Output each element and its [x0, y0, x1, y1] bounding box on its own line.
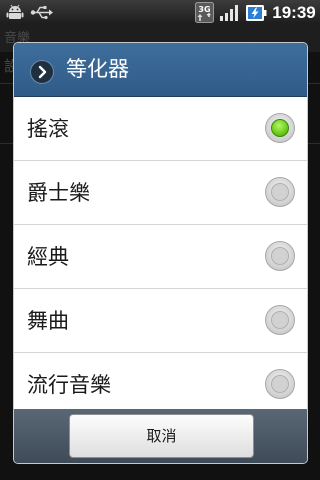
radio-dot — [271, 119, 289, 137]
radio-dot — [271, 183, 289, 201]
cancel-button[interactable]: 取消 — [69, 414, 254, 458]
equalizer-dialog: 等化器 搖滾 爵士樂 經典 舞曲 流行音樂 取消 — [13, 42, 308, 464]
android-debug-icon — [6, 4, 24, 21]
option-label: 搖滾 — [27, 117, 69, 141]
option-label: 經典 — [27, 245, 69, 269]
radio-button[interactable] — [265, 241, 295, 271]
option-label: 舞曲 — [27, 309, 69, 333]
clock: 19:39 — [272, 3, 316, 22]
option-label: 爵士樂 — [27, 181, 90, 205]
radio-dot — [271, 311, 289, 329]
option-rock[interactable]: 搖滾 — [14, 97, 307, 161]
3g-data-icon: 3G — [195, 2, 214, 23]
radio-button[interactable] — [265, 369, 295, 399]
signal-strength-icon — [219, 4, 241, 21]
svg-text:3G: 3G — [198, 5, 210, 14]
radio-button[interactable] — [265, 305, 295, 335]
radio-button[interactable] — [265, 177, 295, 207]
usb-icon — [30, 4, 54, 21]
option-label: 流行音樂 — [27, 373, 111, 397]
option-dance[interactable]: 舞曲 — [14, 289, 307, 353]
dialog-header: 等化器 — [14, 43, 307, 97]
option-jazz[interactable]: 爵士樂 — [14, 161, 307, 225]
radio-dot — [271, 247, 289, 265]
option-pop[interactable]: 流行音樂 — [14, 353, 307, 409]
equalizer-option-list[interactable]: 搖滾 爵士樂 經典 舞曲 流行音樂 — [14, 97, 307, 409]
chevron-right-icon — [30, 60, 54, 84]
dialog-title: 等化器 — [66, 57, 129, 81]
radio-dot — [271, 375, 289, 393]
dialog-footer: 取消 — [14, 409, 307, 463]
radio-button-selected[interactable] — [265, 113, 295, 143]
screen: 3G 19:39 音樂 設 等化器 搖滾 爵士樂 經典 舞曲 流行音樂 取消 — [0, 0, 320, 480]
status-bar: 3G 19:39 — [0, 0, 320, 25]
battery-charging-icon — [245, 4, 267, 22]
option-classical[interactable]: 經典 — [14, 225, 307, 289]
